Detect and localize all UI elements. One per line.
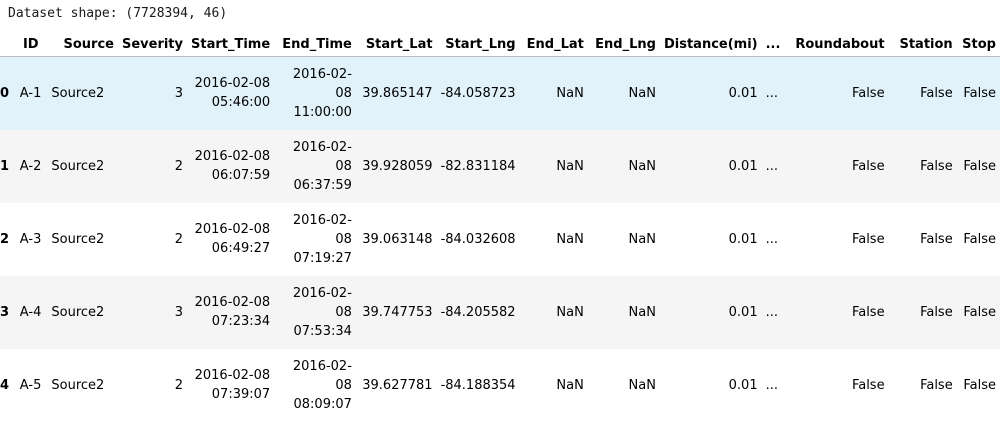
cell-stop: False <box>963 158 996 174</box>
cell-end-time: 2016-02-08 07:53:34 <box>292 285 352 339</box>
cell-start-time: 2016-02-08 07:23:34 <box>194 295 271 329</box>
cell-stop: False <box>963 85 996 101</box>
cell-start-lng: -84.058723 <box>440 85 516 101</box>
cell-end-lat: NaN <box>556 304 584 320</box>
cell-stop: False <box>963 231 996 247</box>
cell-end-lng: NaN <box>628 231 656 247</box>
column-header-start-lng: Start_Lng <box>436 32 520 57</box>
dataframe-table: ID Source Severity Start_Time End_Time S… <box>0 32 1000 422</box>
cell-end-time: 2016-02-08 11:00:00 <box>292 66 352 120</box>
cell-id: A-5 <box>19 377 42 393</box>
cell-end-lng: NaN <box>628 85 656 101</box>
cell-severity: 2 <box>174 377 183 393</box>
table-header-row: ID Source Severity Start_Time End_Time S… <box>0 32 1000 57</box>
cell-ellipsis: ... <box>765 85 779 101</box>
cell-source: Source2 <box>51 377 105 393</box>
row-index: 0 <box>0 85 10 101</box>
table-row[interactable]: 0 A-1 Source2 3 2016-02-08 05:46:00 2016… <box>0 56 1000 130</box>
cell-end-lat: NaN <box>556 377 584 393</box>
table-row[interactable]: 3 A-4 Source2 3 2016-02-08 07:23:34 2016… <box>0 275 1000 349</box>
column-header-severity: Severity <box>117 32 187 57</box>
cell-distance: 0.01 <box>728 377 758 393</box>
cell-station: False <box>920 377 953 393</box>
cell-end-lat: NaN <box>556 85 584 101</box>
row-index: 2 <box>0 231 10 247</box>
column-header-stop: Stop <box>956 32 1000 57</box>
table-row[interactable]: 4 A-5 Source2 2 2016-02-08 07:39:07 2016… <box>0 349 1000 422</box>
cell-roundabout: False <box>851 231 885 247</box>
cell-start-lng: -84.032608 <box>440 231 516 247</box>
column-header-distance: Distance(mi) <box>659 32 762 57</box>
cell-start-time: 2016-02-08 06:07:59 <box>194 149 271 183</box>
cell-start-lat: 39.063148 <box>362 231 433 247</box>
cell-roundabout: False <box>851 158 885 174</box>
cell-severity: 2 <box>174 158 183 174</box>
cell-start-lat: 39.627781 <box>362 377 433 393</box>
cell-end-lng: NaN <box>628 304 656 320</box>
column-header-ellipsis: ... <box>761 32 785 57</box>
cell-source: Source2 <box>51 231 105 247</box>
cell-start-lng: -84.205582 <box>440 304 516 320</box>
cell-id: A-1 <box>19 85 42 101</box>
column-header-id: ID <box>14 32 46 57</box>
cell-station: False <box>920 231 953 247</box>
dataset-shape-output: Dataset shape: (7728394, 46) <box>8 6 228 21</box>
cell-severity: 3 <box>174 304 183 320</box>
cell-start-time: 2016-02-08 05:46:00 <box>194 76 271 111</box>
cell-source: Source2 <box>51 158 105 174</box>
column-header-start-time: Start_Time <box>187 32 275 57</box>
cell-start-lng: -84.188354 <box>440 377 516 393</box>
cell-distance: 0.01 <box>728 85 758 101</box>
cell-roundabout: False <box>851 85 885 101</box>
cell-start-lat: 39.747753 <box>362 304 433 320</box>
table-row[interactable]: 1 A-2 Source2 2 2016-02-08 06:07:59 2016… <box>0 129 1000 203</box>
cell-start-time: 2016-02-08 06:49:27 <box>194 222 271 256</box>
cell-end-lat: NaN <box>556 158 584 174</box>
cell-ellipsis: ... <box>765 377 779 393</box>
cell-distance: 0.01 <box>728 231 758 247</box>
cell-stop: False <box>963 377 996 393</box>
cell-id: A-4 <box>19 304 42 320</box>
cell-severity: 2 <box>174 231 183 247</box>
cell-start-lat: 39.865147 <box>362 85 433 101</box>
column-header-end-time: End_Time <box>274 32 356 57</box>
row-index: 4 <box>0 377 10 393</box>
column-header-end-lat: End_Lat <box>519 32 588 57</box>
column-header-start-lat: Start_Lat <box>355 32 437 57</box>
cell-ellipsis: ... <box>765 304 779 320</box>
cell-ellipsis: ... <box>765 158 779 174</box>
row-index: 1 <box>0 158 10 174</box>
cell-roundabout: False <box>851 304 885 320</box>
cell-start-time: 2016-02-08 07:39:07 <box>194 368 271 402</box>
column-header-station: Station <box>888 32 957 57</box>
cell-end-time: 2016-02-08 07:19:27 <box>292 212 352 266</box>
cell-source: Source2 <box>51 85 105 101</box>
cell-stop: False <box>963 304 996 320</box>
cell-end-lng: NaN <box>628 377 656 393</box>
cell-id: A-3 <box>19 231 42 247</box>
cell-end-time: 2016-02-08 08:09:07 <box>292 358 352 412</box>
cell-roundabout: False <box>851 377 885 393</box>
cell-severity: 3 <box>174 85 183 101</box>
column-header-roundabout: Roundabout <box>784 32 889 57</box>
column-header-end-lng: End_Lng <box>587 32 660 57</box>
cell-end-lat: NaN <box>556 231 584 247</box>
cell-start-lat: 39.928059 <box>362 158 433 174</box>
cell-start-lng: -82.831184 <box>440 158 516 174</box>
cell-distance: 0.01 <box>728 158 758 174</box>
cell-station: False <box>920 158 953 174</box>
cell-end-lng: NaN <box>628 158 656 174</box>
cell-distance: 0.01 <box>728 304 758 320</box>
cell-id: A-2 <box>19 158 42 174</box>
cell-station: False <box>920 85 953 101</box>
column-header-index <box>0 32 15 57</box>
cell-end-time: 2016-02-08 06:37:59 <box>292 139 352 193</box>
table-row[interactable]: 2 A-3 Source2 2 2016-02-08 06:49:27 2016… <box>0 203 1000 276</box>
cell-source: Source2 <box>51 304 105 320</box>
cell-ellipsis: ... <box>765 231 779 247</box>
cell-station: False <box>920 304 953 320</box>
column-header-source: Source <box>45 32 118 57</box>
row-index: 3 <box>0 304 10 320</box>
